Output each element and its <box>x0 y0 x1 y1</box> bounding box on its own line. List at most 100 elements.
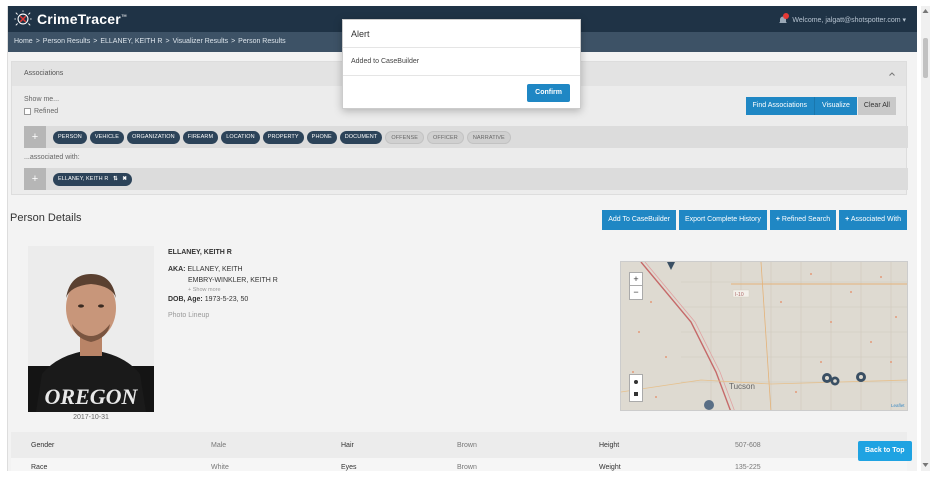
chip-document[interactable]: DOCUMENT <box>339 130 383 144</box>
location-map[interactable]: I-10 Tucson Leaflet + − <box>620 261 908 411</box>
chip-narrative[interactable]: NARRATIVE <box>466 130 511 144</box>
breadcrumb-current: Person Results <box>238 38 286 45</box>
map-marker[interactable] <box>856 372 866 382</box>
person-details-actions: Add To CaseBuilder Export Complete Histo… <box>602 210 907 230</box>
refined-label: Refined <box>34 108 59 115</box>
associated-with-button[interactable]: + Associated With <box>839 210 907 230</box>
breadcrumb-person-results[interactable]: Person Results <box>43 32 90 52</box>
shirt-text: OREGON <box>45 384 139 409</box>
chip-phone[interactable]: PHONE <box>306 130 337 144</box>
notification-bell-icon[interactable] <box>778 13 790 25</box>
map-layer-control[interactable] <box>629 374 643 402</box>
checkbox-box[interactable] <box>24 108 31 115</box>
person-photo[interactable]: OREGON <box>28 246 154 412</box>
crimetracer-logo-icon <box>14 10 32 26</box>
associated-chip-row: + ELLANEY, KEITH R ⇅ ✖ <box>24 168 908 190</box>
chip-property[interactable]: PROPERTY <box>262 130 304 144</box>
hair-key: Hair <box>341 442 354 449</box>
chip-selected-person[interactable]: ELLANEY, KEITH R ⇅ ✖ <box>53 172 133 186</box>
show-more-link[interactable]: + Show more <box>168 286 278 294</box>
chip-organization[interactable]: ORGANIZATION <box>127 130 180 144</box>
map-attribution[interactable]: Leaflet <box>891 403 905 408</box>
breadcrumb-person[interactable]: ELLANEY, KEITH R <box>100 32 162 52</box>
race-value: White <box>211 464 229 471</box>
aka-value-1: ELLANEY, KEITH <box>187 266 243 273</box>
map-marker[interactable] <box>704 400 714 410</box>
person-photo-image: OREGON <box>28 246 154 412</box>
associated-with-label: Associated With <box>850 216 901 223</box>
weight-key: Weight <box>599 464 621 471</box>
map-marker[interactable] <box>830 376 840 386</box>
back-to-top-button[interactable]: Back to Top <box>858 441 912 461</box>
breadcrumb-separator: > <box>165 38 170 45</box>
city-label: Tucson <box>729 382 755 391</box>
show-me-label: Show me... <box>24 96 60 103</box>
photo-date: 2017-10-31 <box>73 414 109 421</box>
layers-icon <box>634 380 638 396</box>
breadcrumb-separator: > <box>231 38 236 45</box>
map-tiles: I-10 Tucson Leaflet <box>621 262 907 410</box>
add-entity-button[interactable]: + <box>24 126 46 148</box>
dob-value: 1973-5-23, 50 <box>204 296 249 303</box>
welcome-text: Welcome, jalgatt@shotspotter.com ▾ <box>792 17 906 24</box>
chip-firearm[interactable]: FIREARM <box>182 130 219 144</box>
chip-location[interactable]: LOCATION <box>221 130 260 144</box>
dob-label: DOB, Age: <box>168 296 203 303</box>
clear-all-button[interactable]: Clear All <box>857 97 896 115</box>
aka-line: AKA: ELLANEY, KEITH <box>168 264 278 275</box>
chip-person[interactable]: PERSON <box>53 130 87 144</box>
gender-value: Male <box>211 442 227 449</box>
gender-key: Gender <box>31 442 55 449</box>
eyes-key: Eyes <box>341 464 357 471</box>
breadcrumb-separator: > <box>93 38 98 45</box>
breadcrumb-separator: > <box>35 38 40 45</box>
details-row: Gender Male Hair Brown Height 507-608 <box>11 436 907 456</box>
photo-lineup-link[interactable]: Photo Lineup <box>168 310 278 321</box>
associations-title: Associations <box>24 70 64 77</box>
export-history-button[interactable]: Export Complete History <box>678 210 767 230</box>
zoom-in-button[interactable]: + <box>629 272 643 286</box>
visualize-button[interactable]: Visualize <box>814 97 857 115</box>
confirm-button[interactable]: Confirm <box>527 84 570 102</box>
height-value: 507-608 <box>735 442 761 449</box>
dob-line: DOB, Age: 1973-5-23, 50 <box>168 294 278 305</box>
eyes-value: Brown <box>457 464 477 471</box>
add-to-casebuilder-button[interactable]: Add To CaseBuilder <box>602 210 676 230</box>
chip-officer[interactable]: OFFICER <box>427 130 464 144</box>
user-menu[interactable]: Welcome, jalgatt@shotspotter.com ▾ <box>778 13 906 25</box>
scroll-thumb[interactable] <box>923 38 928 78</box>
breadcrumb-home[interactable]: Home <box>14 32 33 52</box>
aka-value-2: EMBRY-WINKLER, KEITH R <box>188 277 278 284</box>
association-actions: Find Associations Visualize Clear All <box>745 97 896 115</box>
find-associations-button[interactable]: Find Associations <box>745 97 815 115</box>
scroll-down-icon[interactable] <box>922 462 929 468</box>
person-info: ELLANEY, KEITH R AKA: ELLANEY, KEITH EMB… <box>168 247 278 321</box>
entity-chip-row: + PERSON VEHICLE ORGANIZATION FIREARM LO… <box>24 126 908 148</box>
scroll-up-icon[interactable] <box>922 8 929 14</box>
height-key: Height <box>599 442 620 449</box>
chip-offense[interactable]: OFFENSE <box>385 130 424 144</box>
person-details-title: Person Details <box>10 212 82 224</box>
map-marker[interactable] <box>822 373 832 383</box>
associated-with-label: ...associated with: <box>24 154 80 161</box>
refined-search-button[interactable]: + Refined Search <box>769 210 837 230</box>
details-row: Race White Eyes Brown Weight 135-225 <box>11 458 907 471</box>
plus-icon: + <box>775 216 780 223</box>
close-icon[interactable]: ✖ <box>122 176 127 182</box>
page-scrollbar[interactable] <box>921 6 930 471</box>
selected-person-label: ELLANEY, KEITH R <box>58 175 109 182</box>
chip-vehicle[interactable]: VEHICLE <box>89 130 125 144</box>
breadcrumb-visualizer-results[interactable]: Visualizer Results <box>173 32 229 52</box>
zoom-out-button[interactable]: − <box>629 286 643 300</box>
swap-icon[interactable]: ⇅ <box>113 176 118 182</box>
highway-label: I-10 <box>735 292 744 298</box>
aka-label: AKA: <box>168 266 186 273</box>
add-associated-button[interactable]: + <box>24 168 46 190</box>
refined-checkbox[interactable]: Refined <box>24 108 58 115</box>
chevron-up-icon[interactable] <box>888 62 896 86</box>
modal-message: Added to CaseBuilder <box>343 48 580 76</box>
details-grid: Gender Male Hair Brown Height 507-608 Ra… <box>11 432 907 471</box>
alert-modal: Alert Added to CaseBuilder Confirm <box>342 19 581 109</box>
race-key: Race <box>31 464 48 471</box>
brand[interactable]: CrimeTracer™ <box>14 10 127 28</box>
